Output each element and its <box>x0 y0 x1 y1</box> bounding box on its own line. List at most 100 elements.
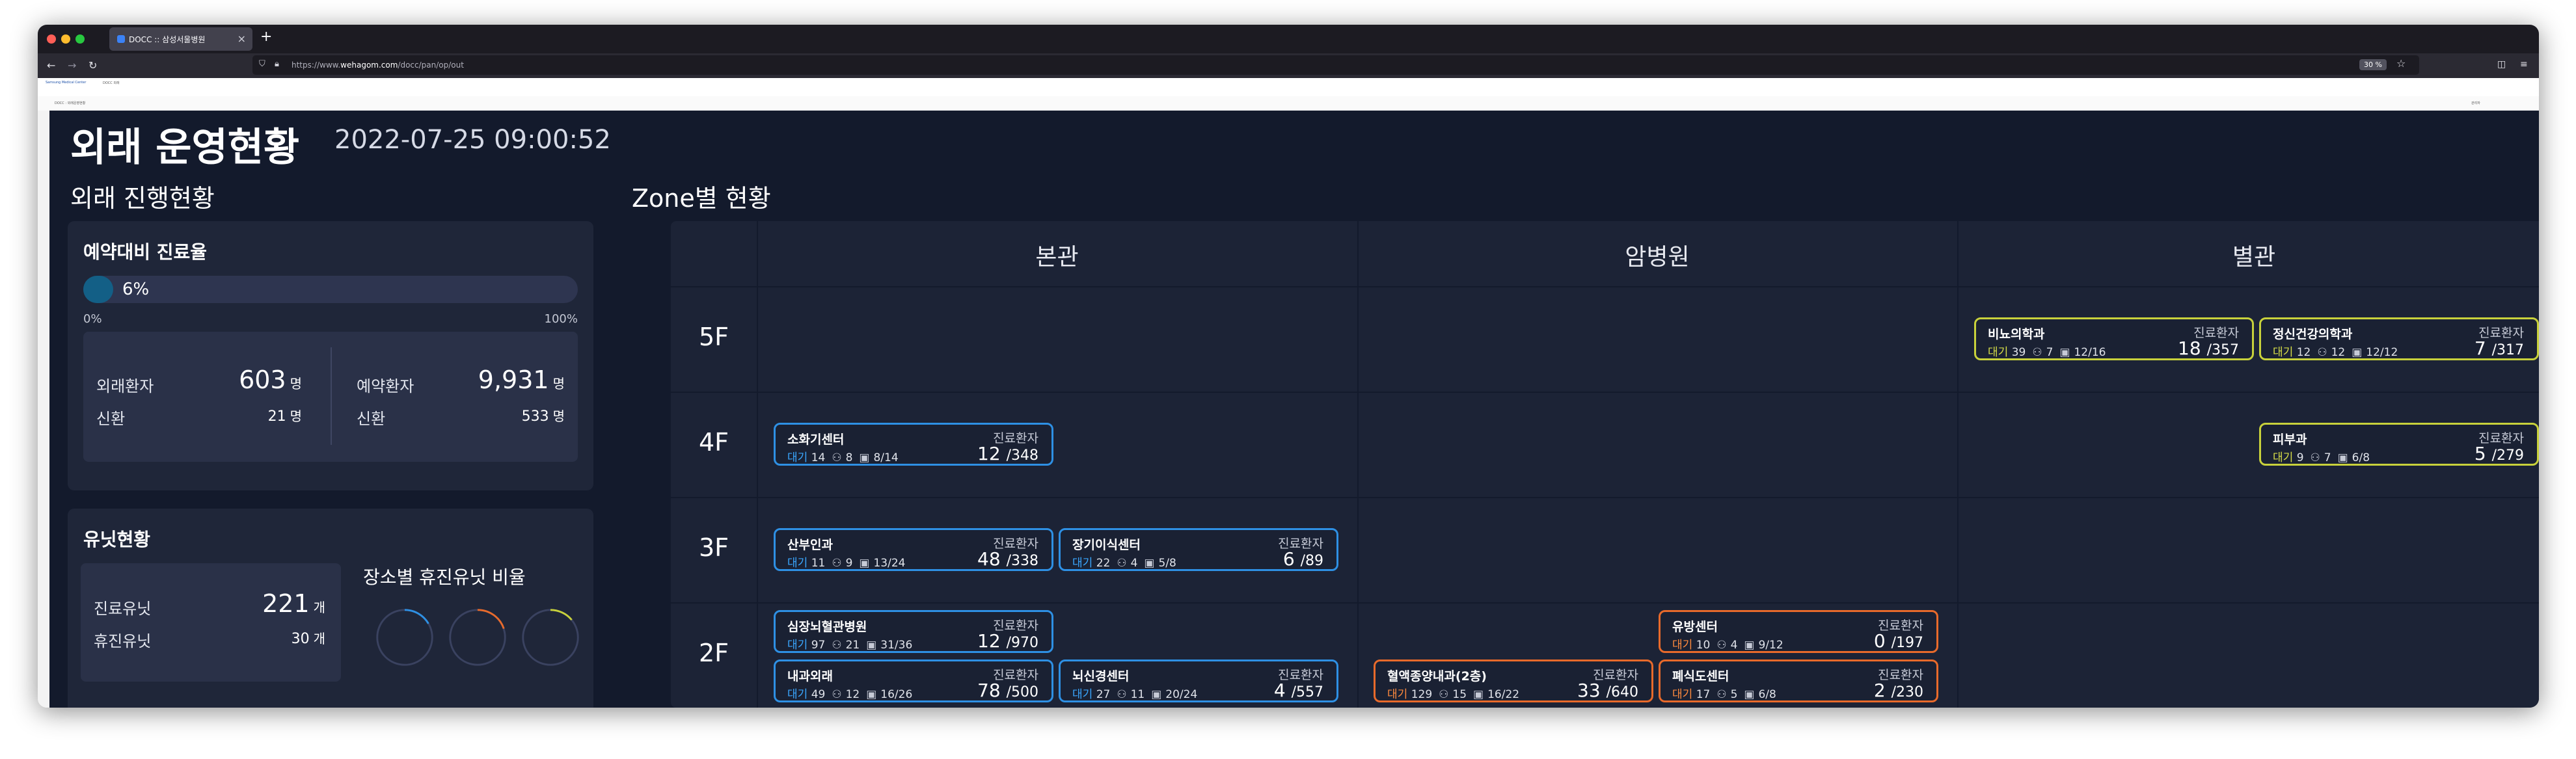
dept-details: 대기 22 ⚇ 4 ▣ 5/8 <box>1072 553 1176 570</box>
donut-main <box>376 609 433 666</box>
doctor-icon: ⚇ <box>1117 688 1127 701</box>
grid-line <box>671 392 2539 393</box>
zone-table: 본관 암병원 별관 5F 4F 3F 2F 비뇨의학과 진료환자 대기 39 ⚇ 7 ▣ 1… <box>671 221 2539 708</box>
current-patients: 7 <box>2474 338 2486 359</box>
reserved-new-value: 533 명 <box>521 408 565 425</box>
wait-label: 대기 <box>787 557 808 570</box>
wait-label: 대기 <box>1072 557 1093 570</box>
wait-count: 17 <box>1696 688 1711 701</box>
zoom-badge[interactable]: 30 % <box>2359 59 2387 70</box>
reserved-label: 예약환자 <box>357 377 414 395</box>
pocket-icon[interactable]: ◫ <box>2497 59 2506 70</box>
dept-details: 대기 39 ⚇ 7 ▣ 12/16 <box>1988 343 2106 359</box>
lock-icon[interactable]: 🔒︎ <box>275 59 279 69</box>
progress-value: 6% <box>122 280 150 299</box>
dept-card[interactable]: 폐식도센터 진료환자 대기 17 ⚇ 5 ▣ 6/8 2 /230 <box>1659 659 1938 702</box>
doctor-count: 15 <box>1452 688 1467 701</box>
bookmark-item-2[interactable]: DOCC 외래 <box>103 81 120 85</box>
outpatient-value: 603 명 <box>239 366 302 394</box>
address-bar[interactable]: ⛉ 🔒︎ https://www.wehagom.com/docc/pan/op… <box>252 55 2419 75</box>
dept-patient-count: 48 /338 <box>977 548 1038 570</box>
dept-card[interactable]: 뇌신경센터 진료환자 대기 27 ⚇ 11 ▣ 20/24 4 /557 <box>1059 659 1338 702</box>
dept-card[interactable]: 비뇨의학과 진료환자 대기 39 ⚇ 7 ▣ 12/16 18 /357 <box>1974 317 2254 360</box>
total-patients: /317 <box>2491 342 2524 358</box>
dept-details: 대기 49 ⚇ 12 ▣ 16/26 <box>787 685 912 701</box>
current-patients: 0 <box>1873 630 1886 652</box>
page-title: 외래 운영현황 <box>70 125 300 170</box>
current-patients: 6 <box>1282 548 1295 570</box>
tab-bar: DOCC :: 삼성서울병원 × + <box>38 25 2539 53</box>
menu-icon[interactable]: ≡ <box>2520 59 2528 70</box>
room-icon: ▣ <box>2337 451 2348 464</box>
dept-details: 대기 14 ⚇ 8 ▣ 8/14 <box>787 448 899 464</box>
doctor-count: 4 <box>1730 639 1738 652</box>
donut-annex <box>522 609 579 666</box>
doctor-count: 11 <box>1130 688 1145 701</box>
dept-patient-count: 33 /640 <box>1577 680 1638 701</box>
dept-card[interactable]: 정신건강의학과 진료환자 대기 12 ⚇ 12 ▣ 12/12 7 /317 <box>2259 317 2539 360</box>
dept-card[interactable]: 유방센터 진료환자 대기 10 ⚇ 4 ▣ 9/12 0 /197 <box>1659 610 1938 653</box>
doctor-icon: ⚇ <box>832 639 842 652</box>
dept-patient-count: 18 /357 <box>2178 338 2239 359</box>
app-user[interactable]: 관리자 <box>2471 101 2480 105</box>
reload-icon[interactable]: ↻ <box>88 59 97 72</box>
unit-stats: 진료유닛 221 개 휴진유닛 30 개 <box>81 563 341 682</box>
dept-details: 대기 11 ⚇ 9 ▣ 13/24 <box>787 553 905 570</box>
url-text[interactable]: https://www.wehagom.com/docc/pan/op/out <box>291 60 464 70</box>
dept-card[interactable]: 혈액종양내과(2층) 진료환자 대기 129 ⚇ 15 ▣ 16/22 33 /640 <box>1374 659 1653 702</box>
minimize-window-button[interactable] <box>61 34 70 44</box>
doctor-icon: ⚇ <box>832 451 842 464</box>
favicon-icon <box>117 35 125 43</box>
dept-name: 혈액종양내과(2층) <box>1387 669 1487 684</box>
building-main: 본관 <box>1035 244 1079 271</box>
bookmark-item[interactable]: Samsung Medical Center <box>46 81 86 85</box>
dept-name: 산부인과 <box>787 538 833 552</box>
shield-icon[interactable]: ⛉ <box>259 59 265 69</box>
dept-card[interactable]: 장기이식센터 진료환자 대기 22 ⚇ 4 ▣ 5/8 6 /89 <box>1059 528 1338 571</box>
room-icon: ▣ <box>1151 688 1162 701</box>
wait-label: 대기 <box>1988 346 2009 359</box>
treat-unit-value: 221 개 <box>262 589 325 618</box>
dept-details: 대기 27 ⚇ 11 ▣ 20/24 <box>1072 685 1197 701</box>
back-icon[interactable]: ← <box>47 59 55 72</box>
doctor-icon: ⚇ <box>2032 346 2042 359</box>
maximize-window-button[interactable] <box>75 34 85 44</box>
new-tab-icon[interactable]: + <box>260 29 272 45</box>
room-count: 16/26 <box>880 688 913 701</box>
floor-2f: 2F <box>698 639 729 667</box>
doctor-icon: ⚇ <box>832 557 842 570</box>
close-window-button[interactable] <box>47 34 56 44</box>
grid-line <box>671 602 2539 604</box>
navigation-bar: ← → ↻ ⛉ 🔒︎ https://www.wehagom.com/docc/… <box>38 53 2539 78</box>
building-cancer: 암병원 <box>1625 244 1690 271</box>
dept-card[interactable]: 피부과 진료환자 대기 9 ⚇ 7 ▣ 6/8 5 /279 <box>2259 423 2539 466</box>
reservation-progress-bar: 6% <box>83 276 578 303</box>
dept-patient-count: 2 /230 <box>1874 680 1923 701</box>
bookmark-star-icon[interactable]: ☆ <box>2396 57 2406 70</box>
forward-icon[interactable]: → <box>68 59 76 72</box>
total-patients: /640 <box>1606 684 1638 700</box>
dept-card[interactable]: 내과외래 진료환자 대기 49 ⚇ 12 ▣ 16/26 78 /500 <box>774 659 1053 702</box>
patient-stats: 외래환자 603 명 신환 21 명 예약환자 9,931 명 신환 533 명 <box>83 332 578 462</box>
wait-count: 9 <box>2296 451 2304 464</box>
doctor-icon: ⚇ <box>1117 557 1127 570</box>
dept-card[interactable]: 심장뇌혈관병원 진료환자 대기 97 ⚇ 21 ▣ 31/36 12 /970 <box>774 610 1053 653</box>
current-patients: 78 <box>977 680 1001 701</box>
wait-count: 14 <box>811 451 826 464</box>
doctor-icon: ⚇ <box>1439 688 1449 701</box>
total-patients: /970 <box>1006 635 1038 651</box>
current-patients: 48 <box>977 548 1001 570</box>
close-tab-icon[interactable]: × <box>237 33 246 45</box>
wait-label: 대기 <box>1072 688 1093 701</box>
grid-line <box>1357 221 1359 708</box>
current-patients: 12 <box>977 630 1001 652</box>
dept-card[interactable]: 소화기센터 진료환자 대기 14 ⚇ 8 ▣ 8/14 12 /348 <box>774 423 1053 466</box>
room-icon: ▣ <box>1744 688 1755 701</box>
doctor-count: 4 <box>1130 557 1138 570</box>
grid-line <box>671 497 2539 498</box>
browser-tab[interactable]: DOCC :: 삼성서울병원 × <box>109 27 252 51</box>
progress-max-label: 100% <box>544 312 578 326</box>
browser-window: DOCC :: 삼성서울병원 × + ← → ↻ ⛉ 🔒︎ https://ww… <box>38 25 2539 708</box>
dept-card[interactable]: 산부인과 진료환자 대기 11 ⚇ 9 ▣ 13/24 48 /338 <box>774 528 1053 571</box>
room-count: 20/24 <box>1165 688 1198 701</box>
